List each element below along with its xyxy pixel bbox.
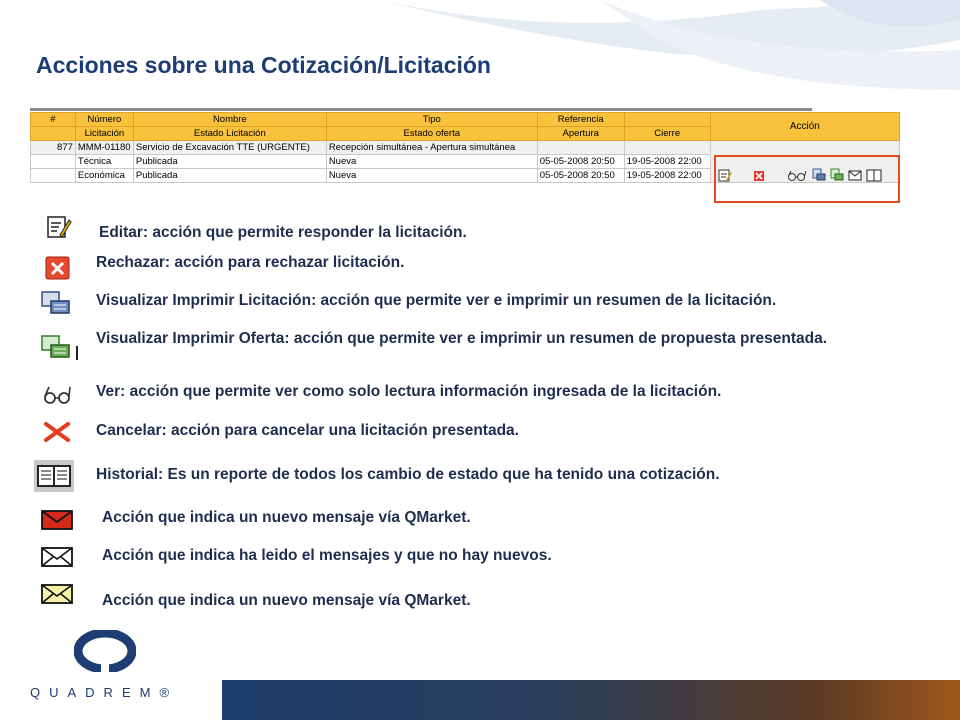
glasses-icon: [44, 386, 71, 404]
cell-apertura: 05-05-2008 20:50: [536, 168, 625, 183]
legend-history-text: Historial: Es un reporte de todos los ca…: [96, 466, 720, 483]
subheader-cierre[interactable]: Cierre: [623, 126, 711, 141]
reject-icon[interactable]: [752, 168, 766, 182]
cell-id: [30, 154, 76, 169]
legend-view-text: Ver: acción que permite ver como solo le…: [96, 383, 722, 400]
cell-estado-oferta: Nueva: [325, 168, 538, 183]
table-row[interactable]: 877 MMM-01180 Servicio de Excavación TTE…: [30, 140, 901, 183]
glasses-icon[interactable]: [786, 168, 808, 182]
legend-new-message-yellow-text: Acción que indica un nuevo mensaje vía Q…: [102, 592, 471, 609]
cancel-icon: [44, 422, 70, 442]
view-print-tender-icon[interactable]: [812, 168, 826, 182]
legend-reject-text: Rechazar: acción para rechazar licitació…: [96, 254, 405, 271]
cell-estado-licitacion: Publicada: [132, 168, 327, 183]
new-message-red-envelope-icon: [41, 510, 73, 530]
subheader-apertura[interactable]: Apertura: [536, 126, 625, 141]
envelope-icon[interactable]: [848, 168, 862, 182]
subheader-empty: [30, 126, 76, 141]
table-header-row: # Número Nombre Tipo Referencia Acción: [30, 112, 901, 141]
legend-view-print-tender-text: Visualizar Imprimir Licitación: acción q…: [96, 292, 777, 309]
edit-icon[interactable]: [718, 168, 732, 182]
cell-id: 877: [30, 140, 76, 155]
quadrem-logo-icon: [74, 630, 136, 672]
footer-band: [222, 680, 960, 720]
read-message-envelope-icon: [41, 547, 73, 567]
legend-view-print-offer-text: Visualizar Imprimir Oferta: acción que p…: [96, 330, 828, 347]
header-referencia[interactable]: Referencia: [536, 112, 625, 127]
view-print-tender-icon: [41, 291, 70, 314]
cell-estado-oferta: Nueva: [325, 154, 538, 169]
reject-icon: [45, 256, 70, 280]
title-divider: [30, 108, 812, 111]
cell-estado-licitacion: Publicada: [132, 154, 327, 169]
history-book-icon[interactable]: [866, 168, 882, 182]
subheader-estado-licitacion[interactable]: Estado Licitación: [132, 126, 327, 141]
quadrem-wordmark: QUADREM®: [30, 685, 179, 700]
cell-cierre: [623, 140, 711, 155]
edit-icon: [47, 216, 72, 238]
cell-apertura: 05-05-2008 20:50: [536, 154, 625, 169]
header-numero[interactable]: Número: [74, 112, 134, 127]
legend-edit-text: Editar: acción que permite responder la …: [99, 224, 467, 241]
view-print-offer-icon: [41, 335, 78, 360]
header-nombre[interactable]: Nombre: [132, 112, 327, 127]
cell-numero: Técnica: [74, 154, 134, 169]
cell-numero[interactable]: MMM-01180: [74, 140, 134, 155]
view-print-offer-icon[interactable]: [830, 168, 844, 182]
header-tipo[interactable]: Tipo: [325, 112, 538, 127]
subheader-estado-oferta[interactable]: Estado oferta: [325, 126, 538, 141]
legend-new-message-text: Acción que indica un nuevo mensaje vía Q…: [102, 509, 471, 526]
history-book-icon: [34, 460, 74, 492]
header-accion: Acción: [709, 112, 901, 141]
cell-nombre: Servicio de Excavación TTE (URGENTE): [132, 140, 327, 155]
legend-read-message-text: Acción que indica ha leido el mensajes y…: [102, 547, 552, 564]
cell-numero: Económica: [74, 168, 134, 183]
cell-apertura: [536, 140, 625, 155]
cell-cierre: 19-05-2008 22:00: [623, 168, 711, 183]
cell-tipo: Recepción simultánea - Apertura simultán…: [325, 140, 538, 155]
legend-cancel-text: Cancelar: acción para cancelar una licit…: [96, 422, 519, 439]
new-message-yellow-envelope-icon: [41, 584, 73, 604]
page-title: Acciones sobre una Cotización/Licitación: [36, 52, 491, 78]
cell-cierre: 19-05-2008 22:00: [623, 154, 711, 169]
subheader-licitacion[interactable]: Licitación: [74, 126, 134, 141]
header-empty: [623, 112, 711, 127]
row-action-icons: [718, 168, 882, 182]
cell-id: [30, 168, 76, 183]
header-number-sign: #: [30, 112, 76, 127]
